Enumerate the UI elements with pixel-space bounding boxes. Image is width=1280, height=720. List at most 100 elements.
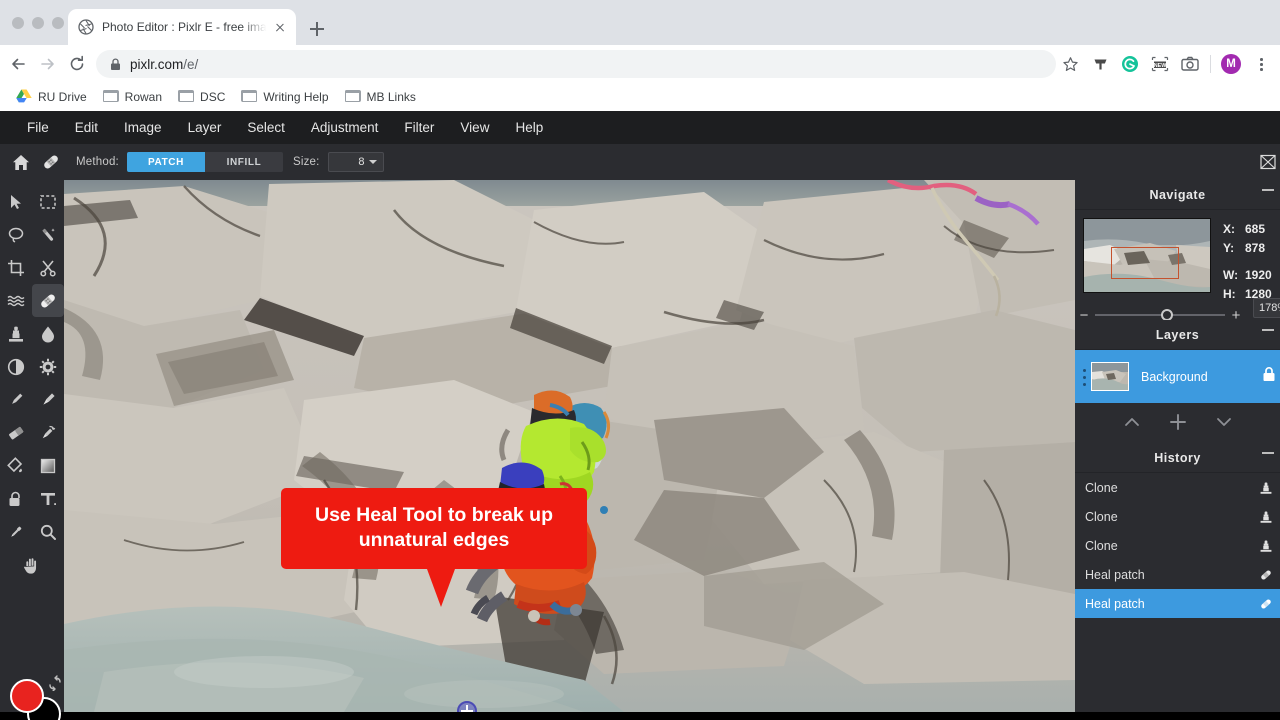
menu-file[interactable]: File — [14, 111, 62, 144]
navigate-coordinates: X: 685 Y: 878 W: 1920 H: 1280 — [1223, 220, 1272, 304]
method-patch-button[interactable]: PATCH — [126, 152, 205, 172]
minimize-window-button[interactable] — [32, 17, 44, 29]
navigator-viewport-rect[interactable] — [1111, 247, 1179, 279]
minimize-icon[interactable] — [1262, 452, 1274, 454]
move-layer-up-button[interactable] — [1123, 415, 1141, 432]
menu-edit[interactable]: Edit — [62, 111, 111, 144]
history-item[interactable]: Clone — [1075, 531, 1280, 560]
zoom-slider[interactable] — [1095, 309, 1225, 321]
arrange-tool[interactable] — [0, 185, 32, 218]
stamp-icon — [1258, 538, 1274, 554]
forward-arrow-icon[interactable] — [38, 54, 58, 74]
marquee-select-tool[interactable] — [32, 185, 64, 218]
swap-colors-icon[interactable] — [47, 675, 63, 692]
add-layer-button[interactable] — [1169, 413, 1187, 434]
crop-tool[interactable] — [0, 251, 32, 284]
address-bar[interactable]: pixlr.com/e/ — [96, 50, 1056, 78]
toolbar-divider — [1210, 55, 1211, 73]
profile-initial: M — [1221, 54, 1241, 74]
window-controls[interactable] — [12, 17, 64, 29]
menu-layer[interactable]: Layer — [175, 111, 235, 144]
menu-filter[interactable]: Filter — [391, 111, 447, 144]
reload-icon[interactable] — [67, 54, 87, 74]
clone-stamp-tool[interactable] — [0, 317, 32, 350]
x-label: X: — [1223, 222, 1235, 236]
history-item[interactable]: Clone — [1075, 502, 1280, 531]
bookmark-mb-links[interactable]: MB Links — [337, 85, 424, 109]
menu-adjustment[interactable]: Adjustment — [298, 111, 392, 144]
liquify-tool[interactable] — [0, 284, 32, 317]
bookmark-rowan[interactable]: Rowan — [95, 85, 170, 109]
history-item[interactable]: Heal patch — [1075, 560, 1280, 589]
bookmark-label: RU Drive — [38, 90, 87, 104]
menu-help[interactable]: Help — [502, 111, 556, 144]
size-dropdown[interactable]: 8 — [327, 152, 384, 172]
color-picker-tool[interactable] — [0, 515, 32, 548]
canvas-area[interactable]: Use Heal Tool to break up unnatural edge… — [64, 180, 1075, 712]
fill-tool[interactable] — [0, 449, 32, 482]
method-segmented-control[interactable]: PATCH INFILL — [126, 152, 283, 172]
history-panel-header: History — [1075, 443, 1280, 473]
menu-select[interactable]: Select — [234, 111, 298, 144]
menu-image[interactable]: Image — [111, 111, 175, 144]
aperture-icon — [78, 19, 94, 35]
eraser-tool[interactable] — [0, 416, 32, 449]
new-badge-icon[interactable]: NEW — [1145, 50, 1175, 78]
back-arrow-icon[interactable] — [8, 54, 28, 74]
minimize-icon[interactable] — [1262, 189, 1274, 191]
browser-chrome: Photo Editor : Pixlr E - free ima pixlr.… — [0, 0, 1280, 111]
bandage-icon — [1258, 596, 1274, 612]
history-item[interactable]: Clone — [1075, 473, 1280, 502]
foreground-color-swatch[interactable] — [10, 679, 44, 713]
history-list: Clone Clone Clone Heal patch Heal patch — [1075, 473, 1280, 618]
detail-tool[interactable] — [32, 317, 64, 350]
method-infill-button[interactable]: INFILL — [204, 152, 283, 172]
move-layer-down-button[interactable] — [1215, 415, 1233, 432]
menu-view[interactable]: View — [447, 111, 502, 144]
gradient-tool[interactable] — [32, 449, 64, 482]
lasso-select-tool[interactable] — [0, 218, 32, 251]
bookmark-dsc[interactable]: DSC — [170, 85, 233, 109]
history-item-selected[interactable]: Heal patch — [1075, 589, 1280, 618]
avatar[interactable]: M — [1216, 50, 1246, 78]
bookmark-label: DSC — [200, 90, 226, 104]
zoom-level-field[interactable]: 178% — [1253, 298, 1280, 318]
close-window-button[interactable] — [12, 17, 24, 29]
pen-tool[interactable] — [0, 383, 32, 416]
bookmark-ru-drive[interactable]: RU Drive — [8, 85, 95, 109]
stamp-icon — [1258, 509, 1274, 525]
maximize-window-button[interactable] — [52, 17, 64, 29]
new-tab-button[interactable] — [306, 18, 328, 40]
navigate-panel-header: Navigate — [1075, 180, 1280, 210]
tab-title: Photo Editor : Pixlr E - free ima — [102, 20, 267, 34]
hand-tool[interactable] — [0, 548, 64, 584]
screenshot-camera-icon[interactable] — [1175, 50, 1205, 78]
magic-wand-tool[interactable] — [32, 218, 64, 251]
home-icon[interactable] — [6, 147, 36, 177]
grammarly-icon[interactable] — [1115, 50, 1145, 78]
history-item-label: Clone — [1085, 538, 1118, 553]
browser-menu-button[interactable] — [1246, 50, 1276, 78]
replace-color-tool[interactable] — [32, 416, 64, 449]
layer-item-background[interactable]: Background — [1075, 350, 1280, 403]
bookmark-writing-help[interactable]: Writing Help — [233, 85, 336, 109]
cutout-tool[interactable] — [32, 251, 64, 284]
dodge-burn-tool[interactable] — [32, 350, 64, 383]
arrange-windows-icon[interactable] — [1258, 152, 1278, 172]
text-tool[interactable] — [32, 482, 64, 515]
minimize-icon[interactable] — [1262, 329, 1274, 331]
shape-tool[interactable] — [0, 482, 32, 515]
close-tab-button[interactable] — [272, 19, 288, 35]
bookmark-label: MB Links — [366, 90, 416, 104]
layer-drag-handle[interactable] — [1081, 365, 1089, 389]
zoom-tool[interactable] — [32, 515, 64, 548]
pocket-icon[interactable] — [1085, 50, 1115, 78]
tool-rail — [0, 180, 64, 720]
draw-tool[interactable] — [32, 383, 64, 416]
browser-tab[interactable]: Photo Editor : Pixlr E - free ima — [68, 9, 296, 45]
lock-icon[interactable] — [1262, 366, 1276, 387]
heal-tool[interactable] — [32, 284, 64, 317]
bookmark-star-icon[interactable] — [1055, 50, 1085, 78]
bookmarks-bar: RU Drive Rowan DSC Writing Help MB Links — [0, 83, 1280, 111]
toning-tool[interactable] — [0, 350, 32, 383]
